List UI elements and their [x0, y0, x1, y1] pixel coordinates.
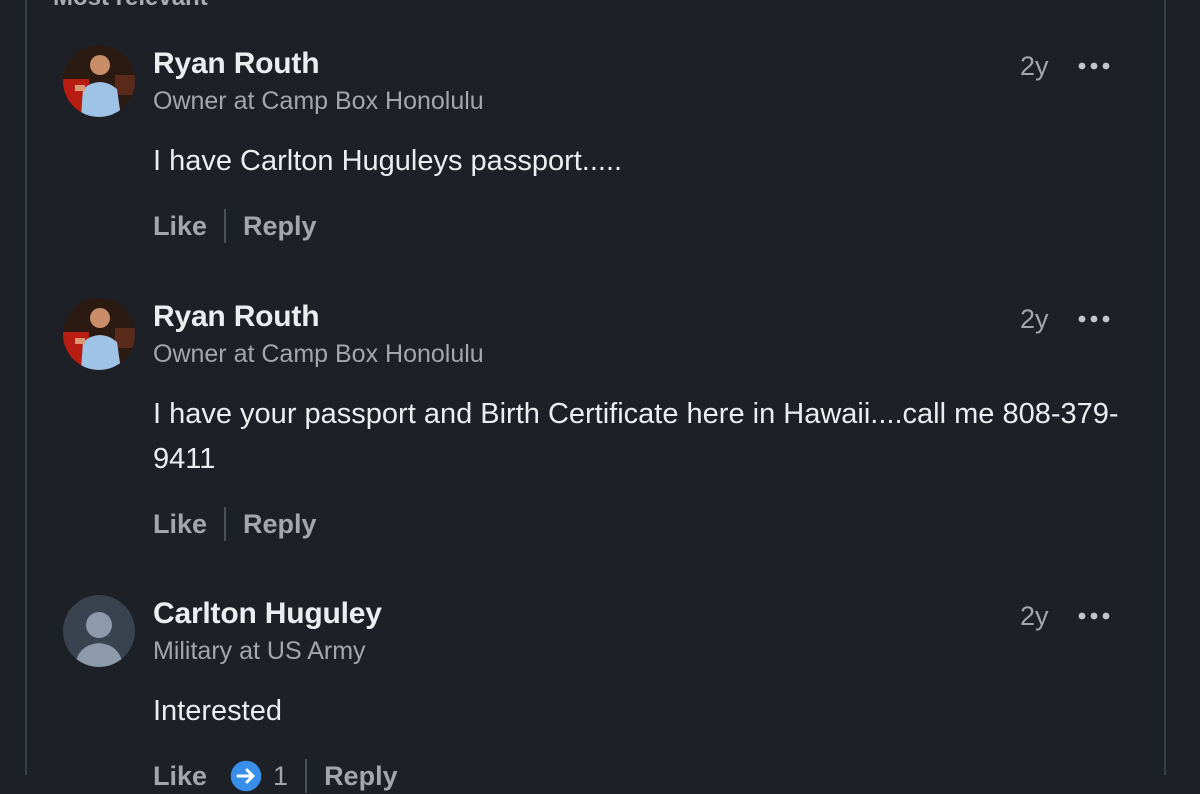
like-button[interactable]: Like — [153, 509, 207, 540]
comment-actions: Like Reply — [153, 506, 317, 542]
author-name[interactable]: Carlton Huguley — [153, 597, 382, 631]
like-button[interactable]: Like — [153, 211, 207, 242]
comment-timestamp: 2y — [1020, 51, 1049, 81]
reaction-count[interactable]: 1 — [273, 761, 288, 792]
default-avatar-icon — [63, 595, 135, 667]
more-options-button[interactable] — [1076, 59, 1112, 73]
like-button[interactable]: Like — [153, 761, 207, 792]
profile-photo — [63, 45, 135, 117]
author-headline: Owner at Camp Box Honolulu — [153, 87, 484, 115]
reaction-badge — [229, 759, 263, 793]
author-name[interactable]: Ryan Routh — [153, 300, 320, 334]
author-headline: Owner at Camp Box Honolulu — [153, 340, 484, 368]
section-heading: Most relevant — [53, 0, 208, 12]
more-options-button[interactable] — [1076, 312, 1112, 326]
action-divider — [224, 507, 227, 541]
comment-timestamp: 2y — [1020, 601, 1049, 631]
avatar[interactable] — [63, 45, 135, 117]
comment-actions: Like 1 Reply — [153, 758, 398, 794]
ellipsis-icon — [1078, 62, 1110, 70]
comment-text: I have your passport and Birth Certifica… — [153, 398, 1119, 475]
reply-button[interactable]: Reply — [243, 211, 317, 242]
author-name[interactable]: Ryan Routh — [153, 47, 320, 81]
comment-text: Interested — [153, 695, 282, 727]
avatar[interactable] — [63, 298, 135, 370]
more-options-button[interactable] — [1076, 609, 1112, 623]
action-divider — [305, 759, 308, 793]
comment-actions: Like Reply — [153, 208, 317, 244]
author-headline: Military at US Army — [153, 637, 366, 665]
comment-timestamp: 2y — [1020, 304, 1049, 334]
reply-button[interactable]: Reply — [243, 509, 317, 540]
comment-text: I have Carlton Huguleys passport..... — [153, 145, 623, 177]
profile-photo — [63, 298, 135, 370]
ellipsis-icon — [1078, 612, 1110, 620]
avatar[interactable] — [63, 595, 135, 667]
reply-button[interactable]: Reply — [324, 761, 398, 792]
celebrate-icon[interactable] — [229, 759, 263, 793]
action-divider — [224, 209, 227, 243]
ellipsis-icon — [1078, 315, 1110, 323]
